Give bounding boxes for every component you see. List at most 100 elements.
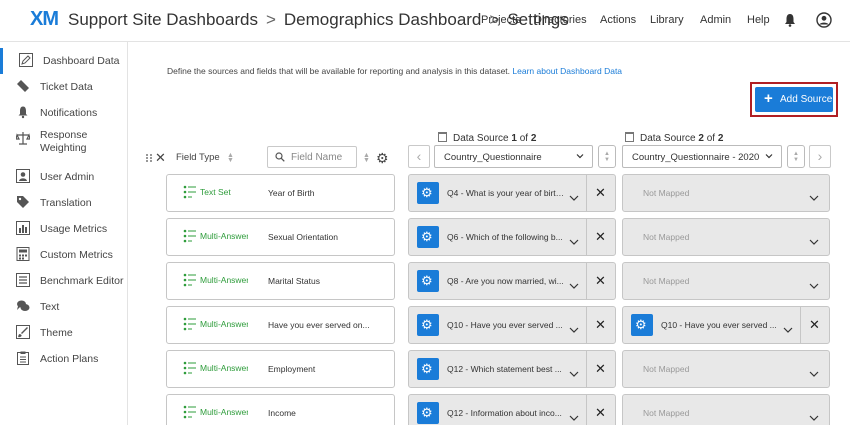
field-name: Sexual Orientation (268, 232, 338, 242)
source-2-mapping[interactable]: Not Mapped (622, 394, 830, 425)
mapping-settings-button[interactable]: ⚙ (417, 226, 439, 248)
field-card[interactable]: Multi-Answer Have you ever served on... (166, 306, 395, 344)
mapping-dropdown-chevron[interactable] (569, 365, 579, 377)
add-source-highlight: + Add Source (750, 82, 838, 117)
mapping-settings-button[interactable]: ⚙ (417, 358, 439, 380)
remove-mapping-icon[interactable]: ✕ (595, 317, 606, 333)
sidebar-item-ticket-data[interactable]: Ticket Data (0, 74, 127, 100)
add-source-button[interactable]: + Add Source (755, 87, 833, 112)
source-1-mapping[interactable]: ⚙ Q8 - Are you now married, wi... ✕ (408, 262, 616, 300)
previous-source-button[interactable]: ‹ (408, 145, 430, 168)
mapping-dropdown-chevron[interactable] (569, 409, 579, 421)
source-order-toggle[interactable]: ▲ ▼ (787, 145, 805, 168)
source-1-mapping[interactable]: ⚙ Q12 - Information about inco... ✕ (408, 394, 616, 425)
sidebar-item-usage-metrics[interactable]: Usage Metrics (0, 216, 127, 242)
mapping-settings-button[interactable]: ⚙ (417, 314, 439, 336)
settings-gear-icon[interactable]: ⚙ (376, 150, 389, 167)
nav-help[interactable]: Help (747, 14, 770, 26)
sidebar-item-theme[interactable]: Theme (0, 320, 127, 346)
divider (586, 351, 587, 387)
plus-icon: + (764, 90, 773, 107)
nav-projects[interactable]: Projects (481, 14, 521, 26)
mapping-settings-button[interactable]: ⚙ (417, 402, 439, 424)
sidebar-item-dashboard-data[interactable]: Dashboard Data (0, 48, 127, 74)
sidebar-item-action-plans[interactable]: Action Plans (0, 346, 127, 372)
nav-directories[interactable]: Directories (534, 14, 587, 26)
mapping-dropdown-chevron[interactable] (569, 233, 579, 245)
next-source-button[interactable]: › (809, 145, 831, 168)
mapping-dropdown-chevron[interactable] (809, 277, 819, 289)
remove-mapping-icon[interactable]: ✕ (595, 361, 606, 377)
mapping-settings-button[interactable]: ⚙ (631, 314, 653, 336)
not-mapped-label: Not Mapped (643, 188, 690, 198)
source-2-mapping[interactable]: Not Mapped (622, 218, 830, 256)
mapping-dropdown-chevron[interactable] (809, 365, 819, 377)
field-card[interactable]: Multi-Answer Employment (166, 350, 395, 388)
sort-icon[interactable]: ▲ ▼ (227, 152, 234, 164)
nav-library[interactable]: Library (650, 14, 684, 26)
remove-mapping-icon[interactable]: ✕ (595, 405, 606, 421)
mapping-dropdown-chevron[interactable] (809, 233, 819, 245)
sidebar-item-benchmark-editor[interactable]: Benchmark Editor (0, 268, 127, 294)
source-1-mapping[interactable]: ⚙ Q10 - Have you ever served ... ✕ (408, 306, 616, 344)
field-name-search-input[interactable]: Field Name (267, 146, 357, 168)
not-mapped-label: Not Mapped (643, 408, 690, 418)
source-2-mapping[interactable]: Not Mapped (622, 174, 830, 212)
data-source-2-select[interactable]: Country_Questionnaire - 2020 (622, 145, 782, 168)
mapping-settings-button[interactable]: ⚙ (417, 270, 439, 292)
divider (586, 395, 587, 425)
learn-more-link[interactable]: Learn about Dashboard Data (512, 66, 622, 76)
sidebar-item-text[interactable]: Text (0, 294, 127, 320)
field-card[interactable]: Multi-Answer Sexual Orientation (166, 218, 395, 256)
remove-mapping-icon[interactable]: ✕ (595, 229, 606, 245)
xm-logo[interactable]: XM (30, 8, 59, 31)
mapping-dropdown-chevron[interactable] (569, 321, 579, 333)
source-2-mapping[interactable]: ⚙ Q10 - Have you ever served ... ✕ (622, 306, 830, 344)
mapping-settings-button[interactable]: ⚙ (417, 182, 439, 204)
mapping-dropdown-chevron[interactable] (569, 277, 579, 289)
field-card[interactable]: Multi-Answer Income (166, 394, 395, 425)
field-type-label: Multi-Answer (200, 407, 248, 417)
nav-actions[interactable]: Actions (600, 14, 636, 26)
mapped-question: Q10 - Have you ever served ... (661, 320, 777, 330)
chevron-down-icon (569, 283, 579, 289)
field-type-header[interactable]: Field Type (176, 152, 220, 163)
breadcrumb-dashboard[interactable]: Demographics Dashboard (284, 10, 482, 29)
mapping-dropdown-chevron[interactable] (569, 189, 579, 201)
source-2-mapping[interactable]: Not Mapped (622, 262, 830, 300)
field-type-icon (183, 405, 196, 419)
gear-icon: ⚙ (421, 405, 433, 420)
mapping-dropdown-chevron[interactable] (809, 409, 819, 421)
not-mapped-label: Not Mapped (643, 364, 690, 374)
mapping-dropdown-chevron[interactable] (783, 321, 793, 333)
remove-mapping-icon[interactable]: ✕ (595, 185, 606, 201)
chevron-down-icon (576, 154, 584, 159)
source-1-mapping[interactable]: ⚙ Q4 - What is your year of birth? ✕ (408, 174, 616, 212)
data-source-1-select[interactable]: Country_Questionnaire (434, 145, 593, 168)
field-card[interactable]: Multi-Answer Marital Status (166, 262, 395, 300)
remove-mapping-icon[interactable]: ✕ (809, 317, 820, 333)
bell-icon[interactable] (784, 13, 796, 27)
mapping-dropdown-chevron[interactable] (809, 189, 819, 201)
sidebar-item-custom-metrics[interactable]: Custom Metrics (0, 242, 127, 268)
field-card[interactable]: Text Set Year of Birth (166, 174, 395, 212)
source-order-toggle[interactable]: ▲ ▼ (598, 145, 616, 168)
source-1-mapping[interactable]: ⚙ Q12 - Which statement best ... ✕ (408, 350, 616, 388)
breadcrumb-project[interactable]: Support Site Dashboards (68, 10, 258, 29)
remove-mapping-icon[interactable]: ✕ (595, 273, 606, 289)
field-type-label: Multi-Answer (200, 363, 248, 373)
clear-all-icon[interactable]: ✕ (155, 150, 166, 166)
sidebar-item-translation[interactable]: Translation (0, 190, 127, 216)
field-type-label: Multi-Answer (200, 275, 248, 285)
sidebar-item-notifications[interactable]: Notifications (0, 100, 127, 126)
sidebar-item-response-weighting[interactable]: Response Weighting (0, 126, 127, 156)
field-name-placeholder: Field Name (291, 152, 343, 163)
source-1-mapping[interactable]: ⚙ Q6 - Which of the following b... ✕ (408, 218, 616, 256)
sidebar-item-user-admin[interactable]: User Admin (0, 164, 127, 190)
source-2-mapping[interactable]: Not Mapped (622, 350, 830, 388)
mapped-question: Q4 - What is your year of birth? (447, 188, 565, 198)
nav-admin[interactable]: Admin (700, 14, 731, 26)
sort-icon[interactable]: ▲ ▼ (363, 152, 370, 164)
user-avatar-icon[interactable] (816, 12, 832, 28)
drag-handle-icon (146, 154, 152, 162)
